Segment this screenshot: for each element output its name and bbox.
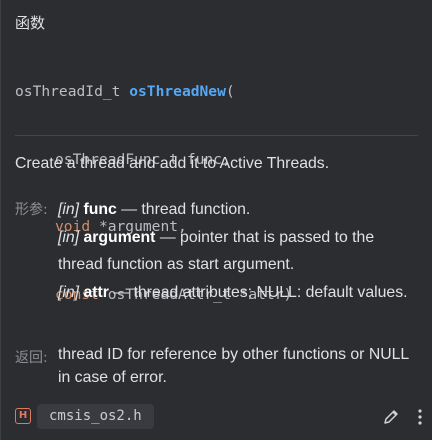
params-list: [in] func — thread function. [in] argume…	[58, 196, 408, 306]
param-item-argument: [in] argument — pointer that is passed t…	[58, 224, 408, 279]
signature-line-1: osThreadId_t osThreadNew(	[15, 81, 292, 104]
source-file-link[interactable]: cmsis_os2.h	[37, 404, 154, 429]
more-vertical-icon[interactable]	[415, 407, 425, 427]
open-paren: (	[225, 83, 235, 100]
function-name-link[interactable]: osThreadNew	[129, 83, 226, 100]
param-direction-tag: [in]	[58, 201, 80, 218]
section-title: 函数	[15, 14, 46, 32]
param-name: func	[83, 201, 117, 218]
returns-text: thread ID for reference by other functio…	[58, 346, 409, 386]
param-text: — thread attributes; NULL: default value…	[108, 283, 408, 301]
header-file-icon: H	[15, 408, 31, 424]
documentation-popup: 函数 osThreadId_t osThreadNew( osThreadFun…	[0, 0, 432, 440]
param-name: attr	[83, 283, 109, 301]
param-direction-tag: [in]	[58, 228, 80, 246]
param-direction-tag: [in]	[58, 283, 80, 301]
param-item-attr: [in] attr — thread attributes; NULL: def…	[58, 279, 408, 307]
params-label: 形参:	[15, 202, 48, 218]
param-name: argument	[83, 228, 156, 246]
return-type: osThreadId_t	[15, 83, 121, 100]
pencil-icon[interactable]	[381, 407, 401, 427]
divider	[15, 135, 418, 136]
returns-label: 返回:	[15, 350, 48, 366]
param-text: — thread function.	[116, 201, 251, 218]
function-description: Create a thread and add it to Active Thr…	[15, 155, 330, 172]
popup-footer: H cmsis_os2.h	[1, 400, 432, 436]
param-item-func: [in] func — thread function.	[58, 196, 408, 224]
